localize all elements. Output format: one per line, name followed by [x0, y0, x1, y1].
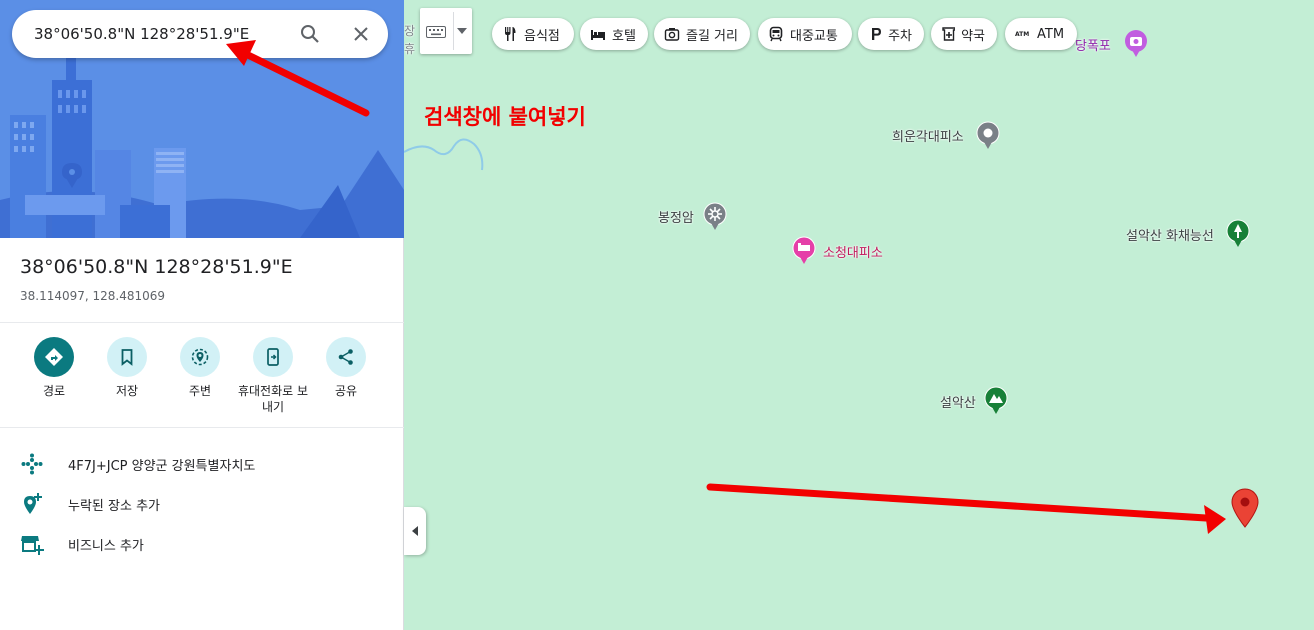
chip-restaurant[interactable]: 음식점	[492, 18, 574, 50]
pharmacy-icon	[942, 27, 956, 41]
add-business-icon	[21, 536, 44, 555]
add-missing-place-row[interactable]: 누락된 장소 추가	[20, 492, 390, 516]
poi-label-ridge[interactable]: 설악산 화채능선	[1126, 225, 1214, 244]
chip-transit[interactable]: 대중교통	[758, 18, 852, 50]
divider	[0, 427, 404, 428]
plus-code-row[interactable]: 4F7J+JCP 양양군 강원특별자치도	[20, 452, 390, 476]
poi-label-shelter-1[interactable]: 희운각대피소	[892, 126, 964, 145]
temple-poi-icon[interactable]	[703, 202, 727, 232]
place-coordinates: 38.114097, 128.481069	[20, 289, 166, 303]
add-business-row[interactable]: 비즈니스 추가	[20, 532, 390, 556]
svg-text:ATM: ATM	[1015, 31, 1029, 38]
send-to-phone-button[interactable]: 휴대전화로 보내기	[237, 337, 309, 415]
map-edge-label: 휴	[404, 42, 416, 56]
camera-poi-icon[interactable]	[1125, 30, 1149, 60]
save-button[interactable]: 저장	[91, 337, 163, 399]
chip-label: 호텔	[612, 28, 636, 44]
plus-code-text: 4F7J+JCP 양양군 강원특별자치도	[68, 459, 256, 474]
add-place-icon	[24, 493, 42, 514]
chip-label: 즐길 거리	[686, 28, 738, 44]
share-button[interactable]: 공유	[310, 337, 382, 399]
share-icon	[338, 349, 353, 365]
action-label: 주변	[188, 384, 212, 398]
search-icon[interactable]	[298, 22, 322, 46]
camera-icon	[664, 28, 680, 41]
divider	[453, 12, 454, 50]
location-pin-icon[interactable]	[1231, 488, 1259, 528]
chip-label: 대중교통	[790, 28, 838, 44]
chevron-left-icon	[412, 526, 418, 536]
shelter-poi-icon[interactable]	[976, 121, 1000, 151]
action-label: 저장	[115, 384, 139, 398]
river-line	[404, 138, 484, 171]
collapse-sidebar-button[interactable]	[404, 507, 426, 555]
chip-label: 주차	[888, 28, 912, 44]
chip-label: ATM	[1037, 26, 1065, 42]
atm-icon: ATM	[1015, 31, 1029, 38]
send-to-phone-icon	[267, 348, 279, 366]
poi-label-temple[interactable]: 봉정암	[658, 207, 694, 226]
search-box	[12, 10, 388, 58]
bookmark-icon	[121, 349, 133, 366]
place-title: 38°06'50.8"N 128°28'51.9"E	[20, 256, 293, 278]
input-tools-button[interactable]	[420, 8, 472, 54]
poi-label-shelter-2[interactable]: 소청대피소	[823, 242, 883, 261]
nearby-icon	[191, 348, 209, 366]
parking-icon	[872, 28, 881, 40]
transit-icon	[769, 26, 783, 42]
place-sidebar: 38°06'50.8"N 128°28'51.9"E 38.114097, 12…	[0, 0, 404, 630]
add-missing-place-text: 누락된 장소 추가	[68, 499, 160, 514]
chip-hotel[interactable]: 호텔	[580, 18, 648, 50]
mountain-poi-icon[interactable]	[984, 386, 1008, 416]
close-icon[interactable]	[349, 22, 373, 46]
chip-pharmacy[interactable]: 약국	[931, 18, 997, 50]
annotation-text: 검색창에 붙여넣기	[424, 105, 586, 129]
action-label: 공유	[334, 384, 358, 398]
add-business-text: 비즈니스 추가	[68, 539, 144, 554]
chevron-down-icon[interactable]	[457, 28, 467, 34]
hotel-icon	[591, 30, 605, 40]
chip-atm[interactable]: ATM ATM	[1005, 18, 1077, 50]
lodging-poi-icon[interactable]	[792, 236, 816, 266]
chip-label: 약국	[961, 28, 985, 44]
map-edge-label: 장	[404, 24, 416, 38]
divider	[0, 322, 404, 323]
nearby-button[interactable]: 주변	[164, 337, 236, 399]
chip-label: 음식점	[524, 28, 560, 44]
action-label: 경로	[42, 384, 66, 398]
action-label: 휴대전화로 보내기	[237, 384, 309, 414]
directions-icon	[45, 348, 63, 366]
directions-button[interactable]: 경로	[18, 337, 90, 399]
restaurant-icon	[505, 27, 516, 41]
plus-code-icon	[21, 453, 43, 475]
search-input[interactable]	[34, 22, 284, 46]
poi-label-waterfall[interactable]: 당폭포	[1075, 35, 1111, 54]
keyboard-icon	[426, 26, 446, 38]
park-poi-icon[interactable]	[1226, 219, 1250, 249]
chip-parking[interactable]: 주차	[858, 18, 924, 50]
poi-label-mountain[interactable]: 설악산	[940, 392, 976, 411]
chip-attractions[interactable]: 즐길 거리	[654, 18, 750, 50]
